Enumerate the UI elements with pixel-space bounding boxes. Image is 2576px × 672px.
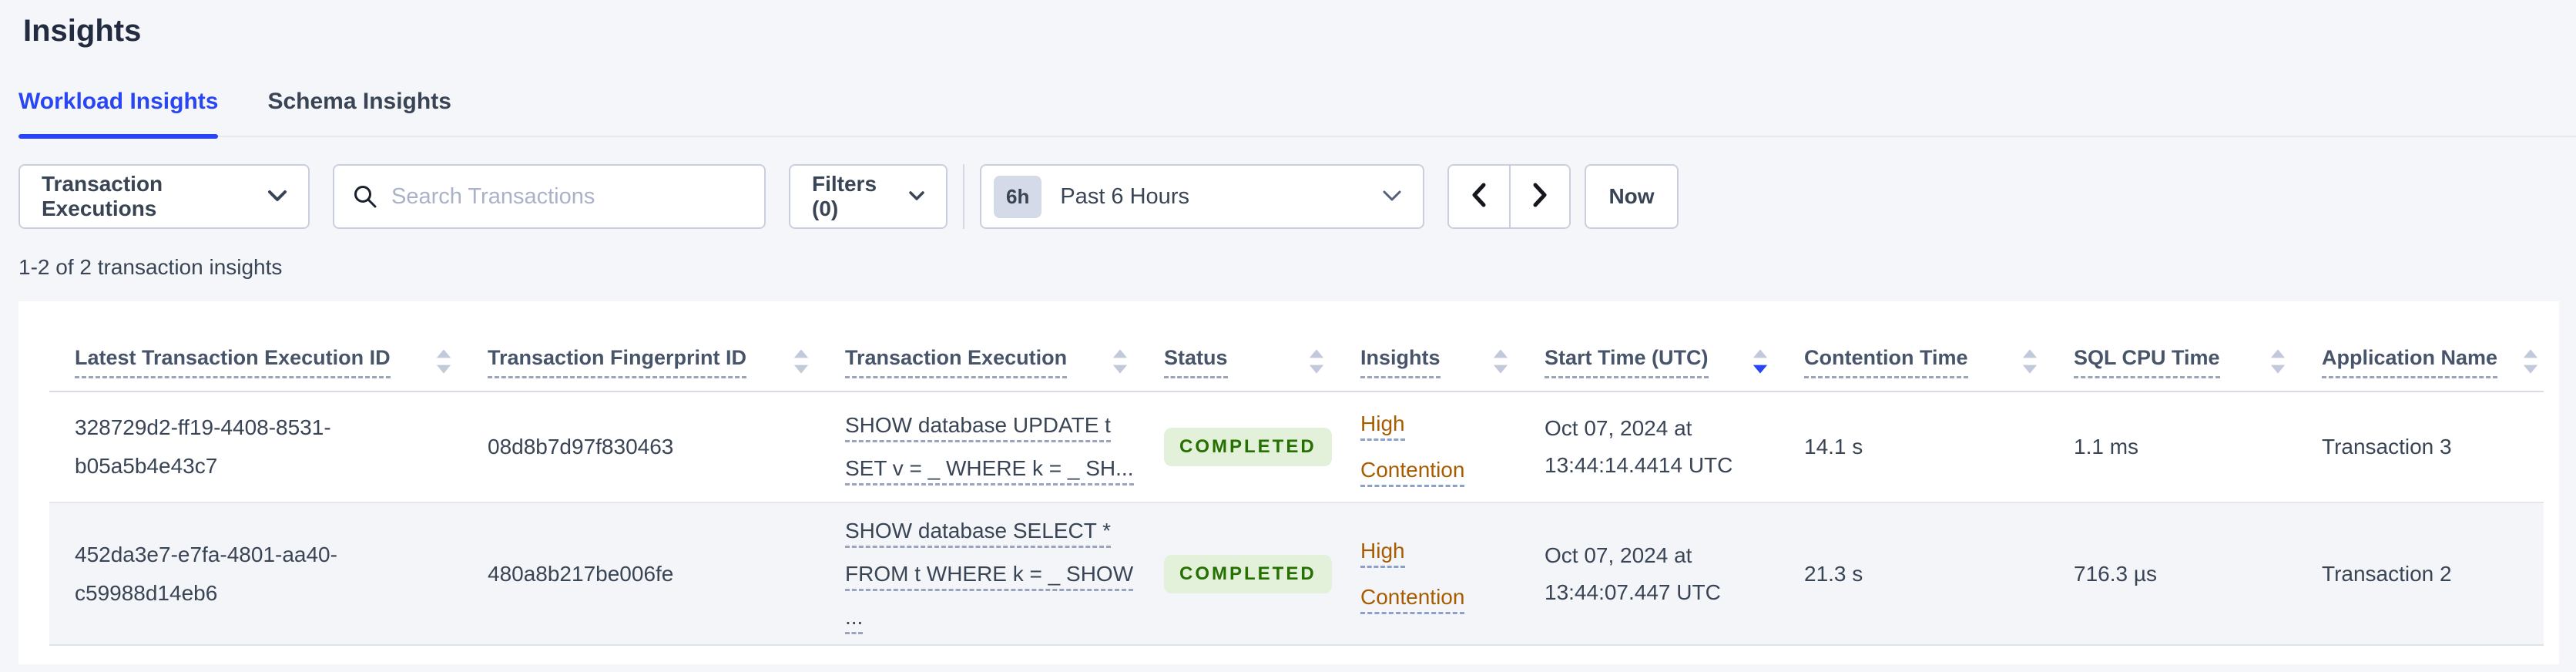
sql-cpu-time: 716.3 µs (2074, 561, 2157, 586)
column-header-transaction-execution[interactable]: Transaction Execution (845, 345, 1164, 391)
time-range-label: Past 6 Hours (1060, 183, 1189, 209)
column-header-transaction-fingerprint-id[interactable]: Transaction Fingerprint ID (488, 345, 845, 391)
table-header-row: Latest Transaction Execution ID Transact… (49, 301, 2544, 392)
entity-type-select-label: Transaction Executions (42, 172, 163, 220)
now-button[interactable]: Now (1585, 164, 1679, 229)
tabbar: Workload Insights Schema Insights (18, 88, 2576, 139)
insights-page: Insights Workload Insights Schema Insigh… (0, 12, 2576, 664)
search-icon (353, 184, 377, 209)
page-title: Insights (23, 14, 142, 48)
time-prev-button[interactable] (1449, 166, 1509, 227)
sort-icon-active-desc[interactable] (1752, 348, 1769, 375)
sort-icon[interactable] (2522, 348, 2539, 375)
tab-schema-insights[interactable]: Schema Insights (267, 88, 451, 136)
application-name: Transaction 3 (2322, 435, 2452, 459)
sort-icon[interactable] (2021, 348, 2038, 375)
column-header-start-time[interactable]: Start Time (UTC) (1545, 345, 1804, 391)
contention-time: 14.1 s (1804, 435, 1863, 459)
sort-icon[interactable] (435, 348, 452, 375)
search-input[interactable] (391, 183, 746, 210)
results-count: 1-2 of 2 transaction insights (18, 255, 283, 279)
time-next-button[interactable] (1509, 166, 1569, 227)
chevron-down-icon (268, 190, 287, 203)
controls-divider (963, 164, 964, 229)
column-header-contention-time[interactable]: Contention Time (1804, 345, 2074, 391)
filters-button-label: Filters (0) (812, 172, 877, 220)
column-header-application-name[interactable]: Application Name (2322, 345, 2544, 391)
column-header-status[interactable]: Status (1164, 345, 1360, 391)
chevron-left-icon (1471, 183, 1488, 211)
column-header-sql-cpu-time[interactable]: SQL CPU Time (2074, 345, 2322, 391)
filters-button[interactable]: Filters (0) (789, 164, 948, 229)
status-cell: COMPLETED (1164, 554, 1360, 593)
tab-workload-insights[interactable]: Workload Insights (18, 88, 219, 139)
transaction-fingerprint-id: 08d8b7d97f830463 (488, 435, 674, 459)
status-badge: COMPLETED (1164, 428, 1332, 466)
insights-table: Latest Transaction Execution ID Transact… (49, 301, 2544, 646)
table-row: 328729d2-ff19-4408-8531- b05a5b4e43c7 08… (49, 392, 2544, 503)
column-header-latest-transaction-execution-id[interactable]: Latest Transaction Execution ID (49, 345, 488, 391)
time-range-picker[interactable]: 6h Past 6 Hours (980, 164, 1424, 229)
sort-icon[interactable] (1308, 348, 1325, 375)
insight-link[interactable]: High Contention (1360, 401, 1545, 493)
status-cell: COMPLETED (1164, 428, 1360, 466)
application-name: Transaction 2 (2322, 561, 2452, 586)
chevron-right-icon (1531, 183, 1548, 211)
time-step-buttons (1447, 164, 1571, 229)
start-time: Oct 07, 2024 at 13:44:14.4414 UTC (1545, 416, 1733, 477)
tab-schema-insights-label: Schema Insights (267, 89, 451, 114)
chevron-down-icon (909, 191, 924, 202)
now-button-label: Now (1608, 184, 1655, 208)
latest-transaction-execution-id: 328729d2-ff19-4408-8531- b05a5b4e43c7 (75, 415, 331, 478)
transaction-execution-link[interactable]: SHOW database SELECT * FROM t WHERE k = … (845, 509, 1164, 639)
sort-icon[interactable] (2269, 348, 2286, 375)
transaction-execution-link[interactable]: SHOW database UPDATE t SET v = _ WHERE k… (845, 404, 1164, 490)
column-header-insights[interactable]: Insights (1360, 345, 1545, 391)
table-row: 452da3e7-e7fa-4801-aa40- c59988d14eb6 48… (49, 503, 2544, 646)
sort-icon[interactable] (793, 348, 810, 375)
contention-time: 21.3 s (1804, 561, 1863, 586)
sort-icon[interactable] (1492, 348, 1509, 375)
chevron-down-icon (1383, 190, 1401, 203)
latest-transaction-execution-id: 452da3e7-e7fa-4801-aa40- c59988d14eb6 (75, 542, 337, 605)
entity-type-select[interactable]: Transaction Executions (18, 164, 310, 229)
sql-cpu-time: 1.1 ms (2074, 435, 2139, 459)
search-box (333, 164, 766, 229)
insights-table-card: Latest Transaction Execution ID Transact… (18, 301, 2559, 664)
start-time: Oct 07, 2024 at 13:44:07.447 UTC (1545, 543, 1721, 604)
transaction-fingerprint-id: 480a8b217be006fe (488, 561, 674, 586)
status-badge: COMPLETED (1164, 554, 1332, 593)
insight-link[interactable]: High Contention (1360, 528, 1545, 620)
sort-icon[interactable] (1112, 348, 1129, 375)
time-range-badge: 6h (994, 175, 1042, 218)
tab-workload-insights-label: Workload Insights (18, 89, 219, 114)
controls-row: Transaction Executions Filters (0) 6h Pa… (18, 164, 2576, 229)
